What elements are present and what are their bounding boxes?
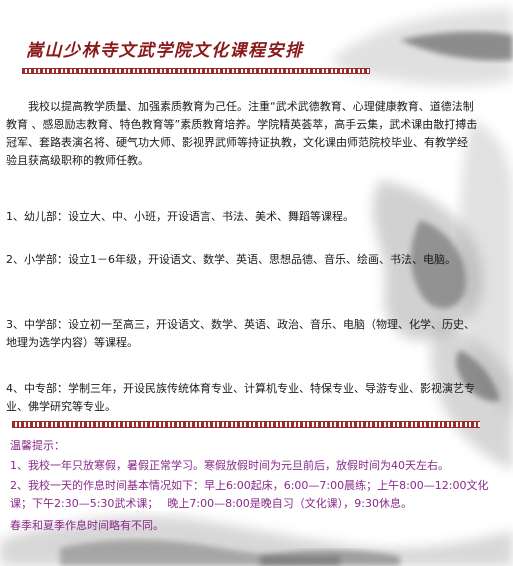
tip-vacation: 1、我校一年只放寒假，暑假正常学习。寒假放假时间为元旦前后，放假时间为40天左右… <box>10 459 449 472</box>
intro-paragraph: 我校以提高教学质量、加强素质教育为己任。注重“武术武德教育、心理健康教育、道德法… <box>6 100 478 167</box>
decorative-border-middle <box>12 421 480 428</box>
course-schedule-page: 嵩山少林寺文武学院文化课程安排 我校以提高教学质量、加强素质教育为己任。注重“武… <box>0 0 513 566</box>
decorative-border-top <box>22 68 370 74</box>
section-middle-school: 3、中学部：设立初一至高三，开设语文、数学、英语、政治、音乐、电脑（物理、化学、… <box>6 318 475 349</box>
section-primary-school: 2、小学部：设立1－6年级，开设语文、数学、英语、思想品德、音乐、绘画、书法、电… <box>6 253 456 266</box>
tip-daily-schedule: 2、我校一天的作息时间基本情况如下：早上6:00起床，6:00—7:00晨练；上… <box>10 479 489 510</box>
tip-seasonal-note: 春季和夏季作息时间略有不同。 <box>10 519 164 532</box>
tips-heading: 温馨提示： <box>10 439 65 452</box>
section-kindergarten: 1、幼儿部：设立大、中、小班，开设语言、书法、美术、舞蹈等课程。 <box>6 210 354 223</box>
page-title: 嵩山少林寺文武学院文化课程安排 <box>26 41 304 61</box>
section-vocational-school: 4、中专部：学制三年，开设民族传统体育专业、计算机专业、特保专业、导游专业、影视… <box>6 382 475 413</box>
